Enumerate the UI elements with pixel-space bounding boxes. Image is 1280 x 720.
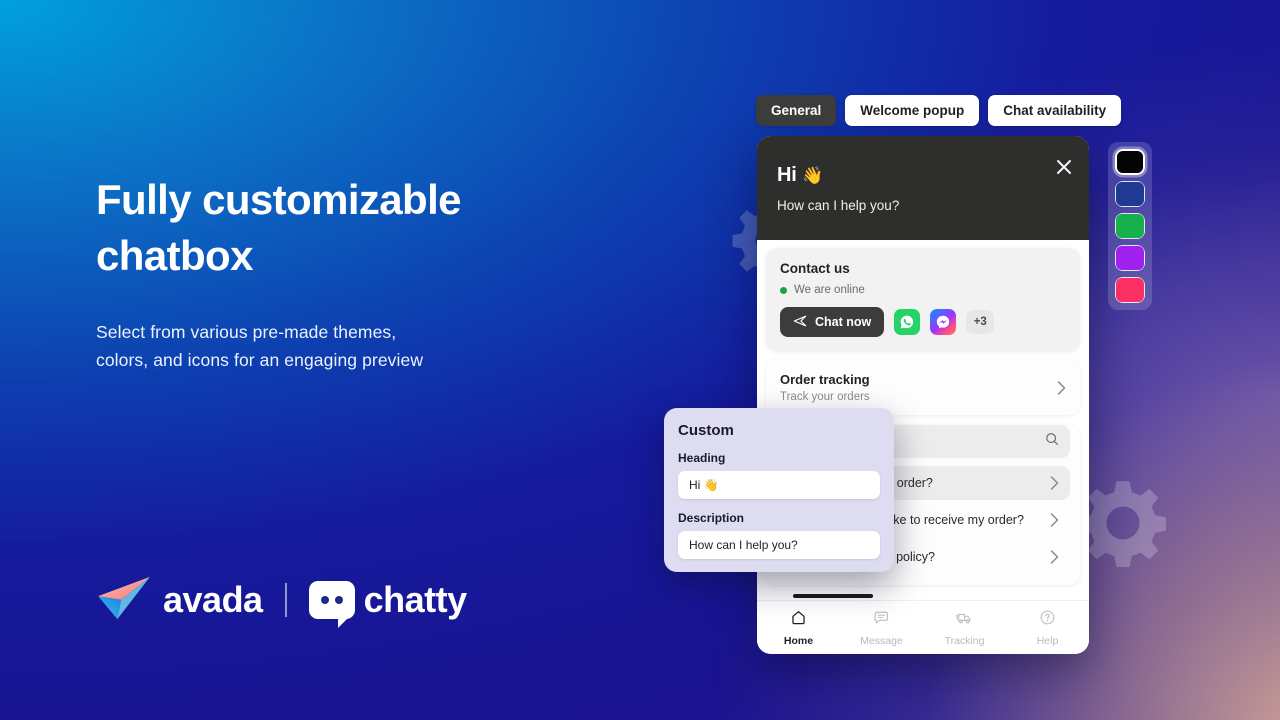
widget-header: Hi 👋 How can I help you? xyxy=(757,136,1089,244)
online-status: We are online xyxy=(780,284,1066,296)
avada-wordmark: avada xyxy=(163,579,263,620)
description-input[interactable]: How can I help you? xyxy=(678,531,880,559)
promo-banner: Fully customizable chatbox Select from v… xyxy=(0,0,1280,720)
widget-bottom-nav: Home Message Tracking Help xyxy=(757,600,1089,654)
message-icon xyxy=(873,609,890,631)
brand-logos: avada chatty xyxy=(96,573,468,628)
settings-tabs: General Welcome popup Chat availability xyxy=(756,95,1122,126)
chat-widget-preview: Hi 👋 How can I help you? Contact us We a… xyxy=(757,136,1089,654)
home-indicator xyxy=(793,594,873,598)
hero-copy: Fully customizable chatbox Select from v… xyxy=(96,172,656,374)
chat-bubble-icon xyxy=(308,581,355,628)
wave-emoji-icon: 👋 xyxy=(801,166,823,185)
nav-item-help[interactable]: Help xyxy=(1006,609,1089,647)
custom-panel-title: Custom xyxy=(678,422,734,439)
status-dot-icon xyxy=(780,286,787,294)
description-field-label: Description xyxy=(678,511,745,525)
hero-title-line-1: Fully customizable xyxy=(96,176,462,223)
widget-description: How can I help you? xyxy=(777,198,900,213)
order-tracking-title: Order tracking xyxy=(780,372,870,387)
swatch-fill xyxy=(1116,246,1144,270)
nav-label-home: Home xyxy=(783,634,814,647)
hero-subtitle: Select from various pre-made themes, col… xyxy=(96,318,656,374)
chatty-wordmark: chatty xyxy=(363,579,468,620)
swatch-fill xyxy=(1116,182,1144,206)
order-tracking-text: Order tracking Track your orders xyxy=(780,372,870,403)
order-tracking-subtitle: Track your orders xyxy=(780,391,870,403)
chat-now-label: Chat now xyxy=(815,315,872,329)
page-title: Fully customizable chatbox xyxy=(96,172,656,284)
nav-label-message: Message xyxy=(860,634,903,647)
truck-icon xyxy=(955,609,974,631)
widget-greeting: Hi 👋 xyxy=(777,164,1069,187)
help-circle-icon xyxy=(1039,609,1056,631)
nav-item-tracking[interactable]: Tracking xyxy=(923,609,1006,647)
order-tracking-row[interactable]: Order tracking Track your orders xyxy=(766,360,1080,415)
chat-now-button[interactable]: Chat now xyxy=(780,307,885,337)
hero-subtitle-line-1: Select from various pre-made themes, xyxy=(96,322,397,342)
whatsapp-icon[interactable] xyxy=(894,309,921,335)
nav-item-home[interactable]: Home xyxy=(757,609,840,647)
description-input-value: How can I help you? xyxy=(689,538,798,552)
chatty-logo: chatty xyxy=(308,579,468,628)
tab-general[interactable]: General xyxy=(756,95,837,126)
heading-field-label: Heading xyxy=(678,451,726,465)
nav-label-tracking: Tracking xyxy=(944,634,985,647)
custom-settings-popup: Custom Heading Hi 👋 Description How can … xyxy=(664,408,894,572)
tab-welcome-popup[interactable]: Welcome popup xyxy=(845,95,980,126)
nav-label-help: Help xyxy=(1036,634,1059,647)
contact-channels: Chat now +3 xyxy=(780,307,1066,337)
swatch-fill xyxy=(1116,214,1144,238)
heading-input-value: Hi 👋 xyxy=(689,478,719,492)
heading-input[interactable]: Hi 👋 xyxy=(678,471,880,499)
status-label: We are online xyxy=(794,284,865,296)
color-swatch-green[interactable] xyxy=(1115,213,1145,239)
chevron-right-icon xyxy=(1050,476,1059,490)
hero-subtitle-line-2: colors, and icons for an engaging previe… xyxy=(96,350,424,370)
chevron-right-icon xyxy=(1050,513,1059,527)
close-icon[interactable] xyxy=(1055,158,1073,176)
search-icon xyxy=(1045,432,1059,451)
color-swatch-blue[interactable] xyxy=(1115,181,1145,207)
avada-logo: avada xyxy=(96,575,263,626)
avada-mark-icon xyxy=(96,575,154,626)
messenger-icon[interactable] xyxy=(930,309,957,335)
color-swatch-pink[interactable] xyxy=(1115,277,1145,303)
color-swatch-black[interactable] xyxy=(1115,149,1145,175)
chevron-right-icon xyxy=(1050,550,1059,564)
color-palette xyxy=(1108,142,1152,310)
order-tracking-card[interactable]: Order tracking Track your orders xyxy=(766,360,1080,415)
send-plane-icon xyxy=(793,314,807,331)
contact-us-card: Contact us We are online Chat now +3 xyxy=(766,248,1080,351)
tab-chat-availability[interactable]: Chat availability xyxy=(988,95,1122,126)
more-channels-badge[interactable]: +3 xyxy=(966,310,995,334)
swatch-fill xyxy=(1116,278,1144,302)
chevron-right-icon xyxy=(1057,380,1066,395)
logo-divider xyxy=(284,583,287,617)
widget-greeting-text: Hi xyxy=(777,164,797,186)
contact-us-title: Contact us xyxy=(780,261,850,276)
home-icon xyxy=(790,609,807,631)
color-swatch-purple[interactable] xyxy=(1115,245,1145,271)
nav-item-message[interactable]: Message xyxy=(840,609,923,647)
hero-title-line-2: chatbox xyxy=(96,232,253,279)
swatch-fill xyxy=(1117,151,1143,173)
